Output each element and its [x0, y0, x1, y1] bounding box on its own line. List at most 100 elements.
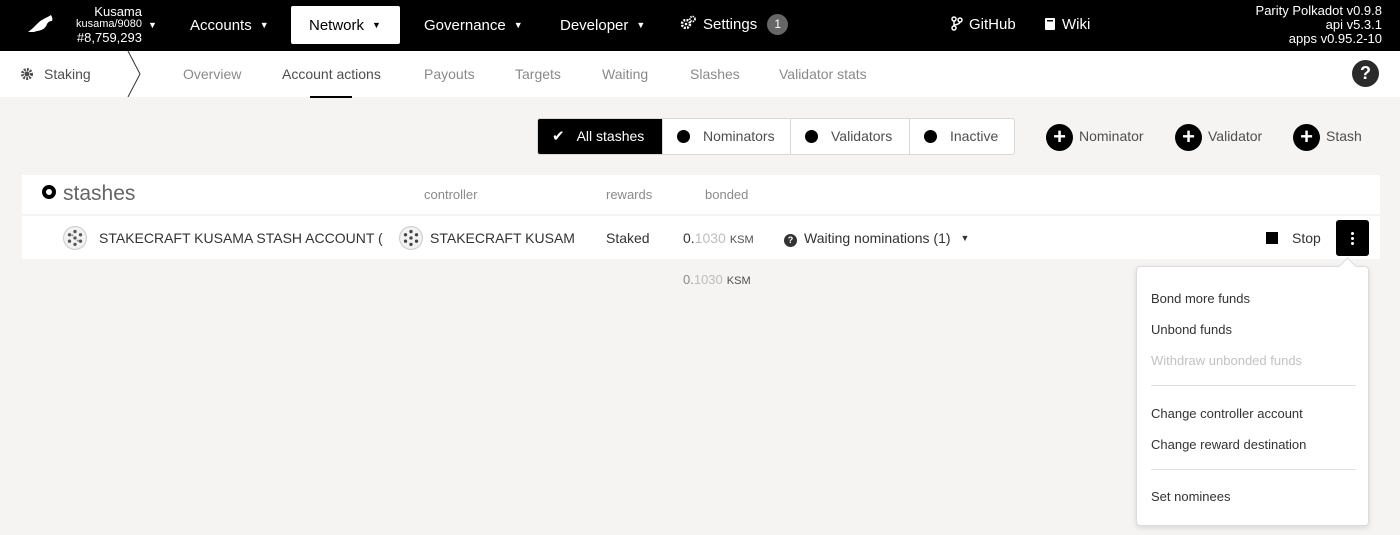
menu-wiki-label: Wiki: [1062, 16, 1091, 33]
bonded-unit: KSM: [729, 234, 754, 246]
stop-icon: [1266, 232, 1278, 244]
chevron-down-icon: ▼: [259, 20, 269, 30]
menu-developer-label: Developer: [560, 17, 629, 34]
check-icon: ✔: [552, 128, 565, 145]
nominations-status-label: Waiting nominations (1): [804, 230, 951, 246]
menu-governance-label: Governance: [424, 17, 506, 34]
book-icon: [1045, 18, 1055, 30]
tab-account-actions[interactable]: Account actions: [282, 51, 381, 97]
actions-dropdown-menu: Bond more funds Unbond funds Withdraw un…: [1136, 266, 1369, 526]
add-nominator-label: Nominator: [1079, 128, 1144, 144]
cogs-icon: [680, 15, 696, 30]
menu-wiki[interactable]: Wiki: [1044, 6, 1090, 44]
stash-filter-group: ✔ All stashes Nominators Validators Inact…: [537, 118, 1015, 155]
menu-network-label: Network: [309, 17, 365, 34]
menu-governance[interactable]: Governance ▼: [424, 6, 523, 44]
chain-node: kusama/9080: [75, 18, 142, 30]
kebab-dot: [1351, 237, 1354, 240]
identicon-icon: [63, 226, 87, 250]
menu-item-bond-more-funds[interactable]: Bond more funds: [1151, 291, 1250, 306]
tab-validator-stats[interactable]: Validator stats: [779, 51, 867, 97]
stash-account-name[interactable]: STAKECRAFT KUSAMA STASH ACCOUNT (: [99, 230, 383, 246]
add-stash-button[interactable]: + Stash: [1293, 122, 1362, 151]
add-nominator-button[interactable]: + Nominator: [1046, 122, 1144, 151]
gear-icon: [21, 68, 33, 80]
menu-item-unbond-funds[interactable]: Unbond funds: [1151, 322, 1232, 337]
question-circle-icon: ?: [784, 234, 797, 247]
plus-icon: +: [1293, 123, 1320, 151]
bonded-balance: 0.1030 KSM: [683, 230, 754, 246]
block-number: #8,759,293: [76, 30, 142, 45]
kebab-dot: [1351, 242, 1354, 245]
add-stash-label: Stash: [1326, 128, 1362, 144]
tab-overview[interactable]: Overview: [183, 51, 241, 97]
filter-all-stashes-label: All stashes: [576, 128, 645, 144]
radio-dot-icon: [805, 130, 818, 143]
app-title: Staking: [20, 51, 91, 97]
menu-github-label: GitHub: [969, 16, 1016, 33]
tab-waiting[interactable]: Waiting: [602, 51, 648, 97]
chevron-down-icon: ▼: [636, 20, 646, 30]
identicon-icon: [399, 226, 423, 250]
tab-payouts[interactable]: Payouts: [424, 51, 475, 97]
menu-item-change-reward-destination[interactable]: Change reward destination: [1151, 437, 1306, 452]
chevron-down-icon: ▼: [513, 20, 523, 30]
menu-developer[interactable]: Developer ▼: [560, 6, 645, 44]
filter-validators[interactable]: Validators: [791, 119, 910, 154]
app-title-label: Staking: [44, 66, 91, 82]
tab-targets[interactable]: Targets: [515, 51, 561, 97]
version-node: Parity Polkadot v0.9.8: [1255, 3, 1382, 18]
menu-accounts[interactable]: Accounts ▼: [190, 6, 269, 44]
radio-dot-icon: [677, 130, 690, 143]
menu-item-withdraw-unbonded: Withdraw unbonded funds: [1151, 353, 1303, 368]
menu-settings-label: Settings: [703, 16, 758, 33]
stop-label: Stop: [1292, 230, 1321, 246]
kebab-dot: [1351, 232, 1354, 235]
column-header-controller: controller: [424, 187, 478, 202]
code-branch-icon: [951, 16, 963, 31]
menu-divider: [1151, 469, 1356, 470]
plus-icon: +: [1175, 123, 1202, 151]
menu-network[interactable]: Network ▼: [291, 6, 400, 44]
table-title: stashes: [42, 182, 135, 206]
total-unit: KSM: [726, 275, 751, 287]
menu-github[interactable]: GitHub: [951, 6, 1016, 44]
menu-item-set-nominees[interactable]: Set nominees: [1151, 489, 1231, 504]
add-validator-button[interactable]: + Validator: [1175, 122, 1262, 151]
filter-inactive-label: Inactive: [950, 128, 999, 144]
sub-navigation: Staking Overview Account actions Payouts…: [0, 51, 1400, 97]
bonded-decimals: 1030: [694, 230, 726, 246]
total-decimals: 1030: [693, 272, 723, 287]
chain-selector[interactable]: Kusama kusama/9080 #8,759,293 ▼: [0, 0, 170, 51]
controller-account-name[interactable]: STAKECRAFT KUSAM: [430, 230, 575, 246]
help-icon[interactable]: ?: [1352, 60, 1379, 87]
total-int: 0.: [683, 272, 694, 287]
column-header-bonded: bonded: [705, 187, 749, 202]
chevron-down-icon: ▼: [372, 20, 381, 30]
rewards-destination: Staked: [606, 230, 650, 246]
menu-settings[interactable]: Settings 1: [680, 6, 789, 44]
menu-accounts-label: Accounts: [190, 17, 252, 34]
bonded-int: 0.: [683, 230, 695, 246]
filter-nominators[interactable]: Nominators: [663, 119, 791, 154]
kusama-logo-icon: [28, 15, 53, 32]
menu-item-change-controller[interactable]: Change controller account: [1151, 406, 1303, 421]
more-actions-button[interactable]: [1336, 220, 1369, 256]
version-apps: apps v0.95.2-10: [1288, 31, 1382, 46]
filter-validators-label: Validators: [831, 128, 893, 144]
stop-button[interactable]: Stop: [1266, 230, 1321, 246]
stashes-table-header: stashes controller rewards bonded: [22, 175, 1380, 214]
total-bonded: 0.1030 KSM: [683, 272, 751, 287]
table-title-label: stashes: [63, 182, 136, 205]
top-bar: Kusama kusama/9080 #8,759,293 ▼ Accounts…: [0, 0, 1400, 51]
chevron-down-icon: ▼: [148, 20, 157, 30]
menu-divider: [1151, 385, 1356, 386]
tab-slashes[interactable]: Slashes: [690, 51, 740, 97]
settings-badge: 1: [767, 14, 789, 35]
nominations-status[interactable]: ? Waiting nominations (1) ▼: [784, 230, 969, 247]
bullet-icon: [42, 185, 56, 199]
filter-all-stashes[interactable]: ✔ All stashes: [538, 119, 663, 154]
filter-inactive[interactable]: Inactive: [910, 119, 1014, 154]
version-api: api v5.3.1: [1325, 17, 1382, 32]
chain-name: Kusama: [94, 4, 142, 19]
